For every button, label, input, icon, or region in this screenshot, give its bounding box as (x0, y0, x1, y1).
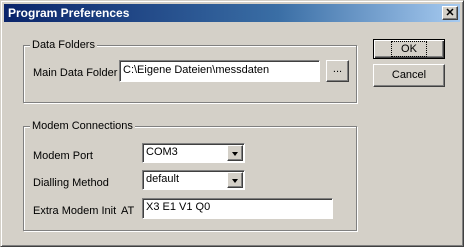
data-folders-group-label: Data Folders (30, 38, 97, 52)
dialling-method-value: default (146, 173, 180, 185)
close-button[interactable]: ✕ (442, 6, 458, 20)
modem-connections-group-label: Modem Connections (30, 119, 135, 133)
ok-button[interactable]: OK (373, 39, 445, 59)
main-data-folder-value: C:\Eigene Dateien\messdaten (123, 64, 270, 76)
ok-button-label: OK (391, 41, 427, 57)
modem-port-label: Modem Port (33, 150, 93, 162)
extra-modem-init-value: X3 E1 V1 Q0 (146, 201, 211, 213)
main-data-folder-label: Main Data Folder (33, 67, 118, 79)
main-data-folder-input[interactable]: C:\Eigene Dateien\messdaten (119, 60, 320, 82)
dialling-method-label: Dialling Method (33, 177, 109, 189)
browse-folder-button[interactable]: ... (326, 60, 349, 82)
chevron-down-icon[interactable] (227, 145, 243, 161)
program-preferences-dialog: Program Preferences ✕ Data Folders Main … (0, 0, 464, 247)
at-prefix-label: AT (121, 205, 135, 217)
modem-port-value: COM3 (146, 146, 178, 158)
cancel-button[interactable]: Cancel (373, 64, 445, 87)
extra-modem-init-label: Extra Modem Init (33, 205, 117, 217)
data-folders-group: Data Folders Main Data Folder C:\Eigene … (23, 38, 357, 103)
window-title: Program Preferences (8, 6, 130, 20)
modem-connections-group: Modem Connections Modem Port COM3 Dialli… (23, 119, 357, 231)
chevron-down-icon[interactable] (227, 172, 243, 188)
title-bar[interactable]: Program Preferences ✕ (4, 4, 460, 22)
dialling-method-select[interactable]: default (142, 170, 245, 190)
modem-port-select[interactable]: COM3 (142, 143, 245, 163)
extra-modem-init-input[interactable]: X3 E1 V1 Q0 (142, 198, 333, 219)
